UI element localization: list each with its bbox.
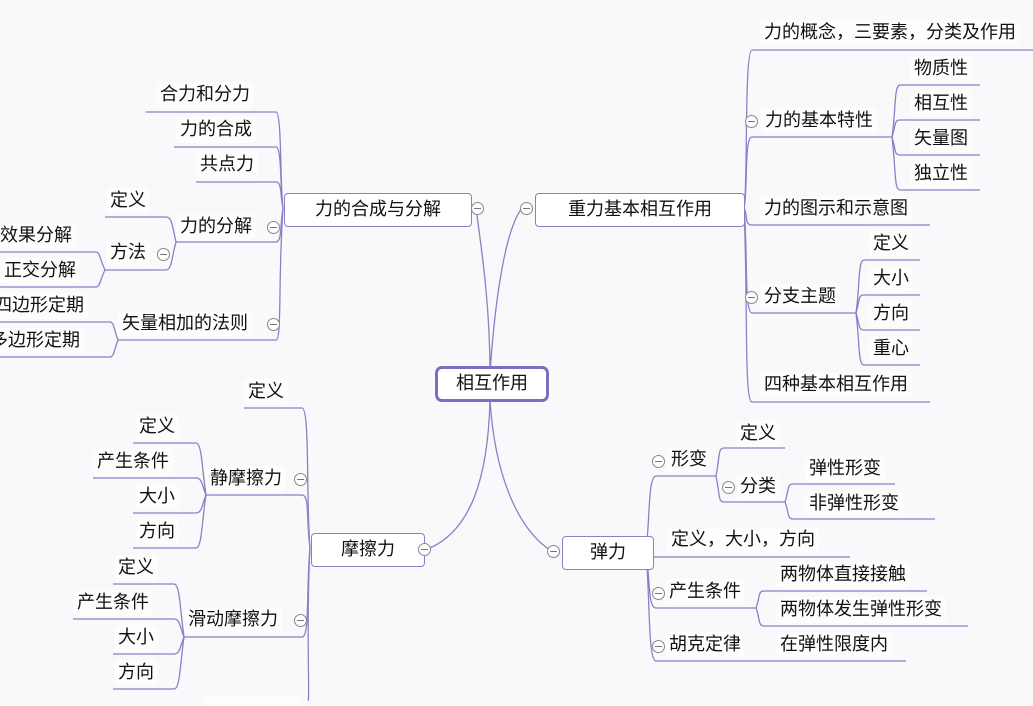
branch-elastic[interactable]: 弹力: [562, 536, 654, 570]
branch-friction[interactable]: 摩擦力: [311, 533, 425, 567]
connector: [476, 214, 491, 374]
node-sliding-item[interactable]: 大小: [114, 625, 158, 651]
connector: [489, 207, 523, 374]
collapse-icon[interactable]: [157, 248, 170, 261]
node-concept[interactable]: 力的概念，三要素，分类及作用: [760, 20, 1020, 46]
node-effect-decomposition[interactable]: 效果分解: [0, 223, 76, 249]
node-sliding-item[interactable]: 定义: [114, 555, 158, 581]
node-static-item[interactable]: 定义: [135, 414, 179, 440]
node-subtopic-item[interactable]: 大小: [869, 266, 913, 292]
node-deformation[interactable]: 形变: [667, 447, 711, 473]
node-sliding-friction[interactable]: 滑动摩擦力: [184, 607, 282, 633]
collapse-icon[interactable]: [294, 473, 307, 486]
node-resultant[interactable]: 合力和分力: [156, 82, 254, 108]
node-sliding-item[interactable]: 方向: [114, 660, 158, 686]
node-property[interactable]: 矢量图: [910, 126, 972, 152]
node-condition-item[interactable]: 两物体直接接触: [776, 562, 910, 588]
node-vector-law[interactable]: 矢量相加的法则: [118, 311, 252, 337]
node-definition[interactable]: 定义: [106, 188, 150, 214]
node-sliding-item[interactable]: 产生条件: [73, 590, 153, 616]
collapse-icon[interactable]: [267, 221, 280, 234]
node-diagram[interactable]: 力的图示和示意图: [760, 196, 912, 222]
branch-composition[interactable]: 力的合成与分解: [284, 193, 472, 227]
collapse-icon[interactable]: [520, 202, 533, 215]
connector: [196, 181, 284, 209]
node-method[interactable]: 方法: [106, 240, 150, 266]
node-decomposition[interactable]: 力的分解: [176, 214, 256, 240]
node-cutoff[interactable]: [204, 696, 302, 706]
collapse-icon[interactable]: [547, 545, 560, 558]
connector: [489, 399, 551, 551]
node-properties[interactable]: 力的基本特性: [761, 108, 877, 134]
node-orthogonal-decomposition[interactable]: 正交分解: [0, 258, 80, 284]
node-four-interactions[interactable]: 四种基本相互作用: [760, 372, 912, 398]
node-deformation-definition[interactable]: 定义: [736, 421, 780, 447]
collapse-icon[interactable]: [745, 115, 758, 128]
branch-gravity[interactable]: 重力基本相互作用: [535, 193, 745, 227]
connector: [429, 399, 491, 549]
collapse-icon[interactable]: [652, 455, 665, 468]
collapse-icon[interactable]: [267, 318, 280, 331]
node-conditions[interactable]: 产生条件: [665, 579, 745, 605]
node-elastic-limit[interactable]: 在弹性限度内: [776, 632, 892, 658]
node-property[interactable]: 独立性: [910, 161, 972, 187]
node-elastic-deformation[interactable]: 弹性形变: [805, 456, 885, 482]
node-def-size-dir[interactable]: 定义，大小，方向: [667, 527, 819, 553]
node-composition[interactable]: 力的合成: [176, 117, 256, 143]
node-subtopic[interactable]: 分支主题: [760, 284, 840, 310]
node-property[interactable]: 物质性: [910, 56, 972, 82]
node-static-item[interactable]: 大小: [135, 484, 179, 510]
node-classification[interactable]: 分类: [736, 474, 780, 500]
collapse-icon[interactable]: [294, 614, 307, 627]
collapse-icon[interactable]: [745, 291, 758, 304]
node-static-friction[interactable]: 静摩擦力: [206, 466, 286, 492]
node-friction-definition[interactable]: 定义: [244, 379, 288, 405]
node-subtopic-item[interactable]: 定义: [869, 231, 913, 257]
root-topic[interactable]: 相互作用: [435, 366, 549, 402]
node-property[interactable]: 相互性: [910, 91, 972, 117]
node-polygon[interactable]: 多边形定期: [0, 328, 84, 354]
collapse-icon[interactable]: [652, 640, 665, 653]
collapse-icon[interactable]: [722, 481, 735, 494]
node-inelastic-deformation[interactable]: 非弹性形变: [805, 491, 903, 517]
node-subtopic-item[interactable]: 方向: [869, 301, 913, 327]
node-concurrent[interactable]: 共点力: [196, 152, 258, 178]
node-static-item[interactable]: 方向: [135, 519, 179, 545]
collapse-icon[interactable]: [418, 543, 431, 556]
connector: [715, 447, 785, 477]
node-hooke[interactable]: 胡克定律: [665, 632, 745, 658]
node-parallelogram[interactable]: 四边形定期: [0, 293, 88, 319]
node-condition-item[interactable]: 两物体发生弹性形变: [776, 597, 946, 623]
collapse-icon[interactable]: [652, 587, 665, 600]
node-subtopic-item[interactable]: 重心: [869, 336, 913, 362]
connector: [105, 216, 177, 243]
connector: [206, 494, 311, 549]
collapse-icon[interactable]: [471, 202, 484, 215]
node-static-item[interactable]: 产生条件: [93, 449, 173, 475]
